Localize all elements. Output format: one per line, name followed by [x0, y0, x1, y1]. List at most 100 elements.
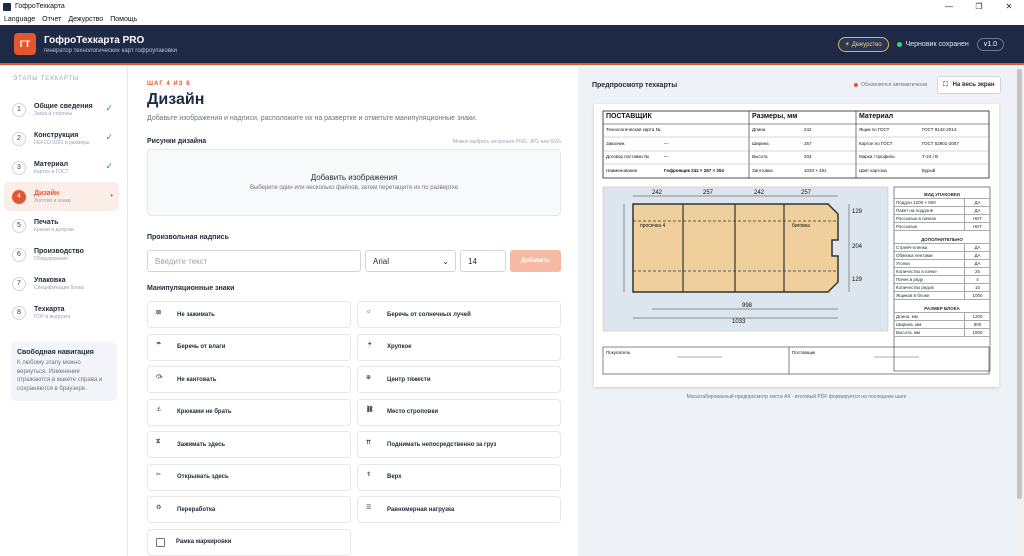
- step-item-2[interactable]: 2 Конструкция FEFCO 0201 и размеры ✓: [4, 124, 119, 153]
- sign-label: Место строповки: [387, 409, 439, 415]
- sign-toggle-center-gravity[interactable]: ⊕ Центр тяжести: [357, 366, 561, 393]
- packing-value: ДА: [964, 199, 990, 206]
- step-item-4[interactable]: 4 Дизайн Логотип и знаки •: [4, 182, 119, 211]
- window-controls: — ❐ ✕: [934, 2, 1024, 11]
- custom-text-input[interactable]: Введите текст: [147, 250, 361, 272]
- nav-card-title: Свободная навигация: [17, 349, 94, 356]
- material-key: Цвет картона: [859, 168, 887, 173]
- step-subtitle: PDF и выгрузка: [34, 313, 71, 320]
- packing-row: Длина, мм 1200: [894, 313, 990, 321]
- sign-toggle-lift[interactable]: ⇈ Поднимать непосредственно за груз: [357, 431, 561, 458]
- packing-row: Обвязка лентами ДА: [894, 252, 990, 260]
- sign-toggle-no-clamp[interactable]: ⊠ Не зажимать: [147, 301, 351, 328]
- brand: ГофроТехкарта PRO генератор технологичес…: [44, 35, 177, 54]
- expand-icon: ⛶: [943, 81, 948, 88]
- image-upload-dropzone[interactable]: Добавить изображения Выберите один или н…: [147, 149, 561, 216]
- step-item-6[interactable]: 6 Производство Оборудование: [4, 240, 119, 269]
- umbrella-icon: ☂: [156, 342, 162, 348]
- step-title: Материал: [34, 160, 69, 168]
- material-key: Марка / профиль: [859, 154, 895, 159]
- minimize-button[interactable]: —: [934, 2, 964, 11]
- packing-value: ДА: [964, 207, 990, 214]
- sign-toggle-no-hooks[interactable]: ⚓ Крюками не брать: [147, 398, 351, 426]
- step-item-5[interactable]: 5 Печать Краски и допуски: [4, 211, 119, 240]
- add-text-button[interactable]: Добавить: [510, 250, 561, 272]
- sign-toggle-no-tilt[interactable]: ⤼ Не кантовать: [147, 366, 351, 393]
- page-description: Добавьте изображения и надписи, располож…: [147, 115, 477, 122]
- sign-toggle-umbrella[interactable]: ☂ Беречь от влаги: [147, 333, 351, 361]
- packing-key: Количество рядов: [896, 285, 934, 290]
- close-button[interactable]: ✕: [994, 2, 1024, 11]
- font-select[interactable]: Arial ⌄: [365, 250, 456, 272]
- sign-toggle-marking-frame[interactable]: Рамка маркировки: [147, 528, 351, 556]
- font-select-value: Arial: [373, 256, 390, 266]
- current-dot-icon: •: [110, 191, 113, 200]
- size-value: 204: [804, 154, 812, 159]
- sign-toggle-recycle[interactable]: ♻ Переработка: [147, 496, 351, 523]
- packing-row: Высота, мм 1800: [894, 329, 990, 337]
- step-subtitle: Краски и допуски: [34, 226, 74, 233]
- sign-toggle-open-here[interactable]: ✂ Открывать здесь: [147, 463, 351, 491]
- supplier-value: —: [664, 141, 669, 146]
- sign-toggle-even-load[interactable]: ☰ Равномерная нагрузка: [357, 496, 561, 523]
- material-value: Т-24 / В: [922, 154, 939, 159]
- size-key: Высота: [752, 154, 768, 159]
- step-subtitle: FEFCO 0201 и размеры: [34, 139, 90, 146]
- step-title: Производство: [34, 247, 84, 255]
- images-section-title: Рисунки дизайна: [147, 138, 207, 145]
- lift-icon: ⇈: [366, 439, 372, 446]
- packing-section-title: РАЗМЕР БЛОКА: [894, 305, 990, 313]
- preview-caption: Масштабированный предпросмотр листа A4 ·…: [686, 394, 907, 400]
- step-item-7[interactable]: 7 Упаковка Спецификация блока: [4, 269, 119, 298]
- dim-top-3: 242: [754, 190, 765, 196]
- sign-toggle-sun-protect[interactable]: ☼ Беречь от солнечных лучей: [357, 301, 561, 328]
- no-hooks-icon: ⚓: [156, 407, 162, 413]
- fullscreen-button[interactable]: ⛶ На весь экран: [937, 76, 1001, 94]
- step-subtitle: Оборудование: [34, 255, 69, 262]
- size-key: Ширина: [752, 141, 769, 146]
- dim-top-2: 257: [703, 190, 714, 196]
- menu-language[interactable]: Language: [4, 16, 35, 23]
- step-item-8[interactable]: 8 Техкарта PDF и выгрузка: [4, 298, 119, 327]
- sign-toggle-fragile-glass[interactable]: 🍷 Хрупкое: [357, 333, 561, 361]
- status-dot-icon: [896, 41, 902, 47]
- supplier-key: Договор поставки №: [606, 154, 649, 159]
- step-number: 8: [12, 305, 26, 320]
- packing-value: НЕТ: [964, 223, 990, 230]
- fullscreen-label: На весь экран: [952, 82, 995, 88]
- font-size-input[interactable]: 14: [460, 250, 506, 272]
- packing-value: ДА: [964, 244, 990, 251]
- packing-row: Ящиков в блоке 1000: [894, 292, 990, 300]
- maximize-button[interactable]: ❐: [964, 2, 994, 11]
- step-number: 2: [12, 131, 26, 146]
- packing-key: Уголки: [896, 261, 910, 266]
- scrollbar-thumb[interactable]: [1017, 69, 1022, 499]
- menu-help[interactable]: Помощь: [110, 16, 137, 23]
- nav-card-text: К любому этапу можно вернуться. Изменени…: [17, 360, 103, 393]
- supplier-key: Технологическая карта №: [606, 127, 661, 132]
- sign-label: Зажимать здесь: [177, 441, 226, 448]
- sign-toggle-sling-point[interactable]: ⛓ Место строповки: [357, 398, 561, 426]
- sign-toggle-clamp-here[interactable]: ⧖ Зажимать здесь: [147, 431, 351, 458]
- material-value: Бурый: [922, 168, 936, 173]
- sling-point-icon: ⛓: [366, 407, 374, 413]
- window-titlebar: ГофроТехкарта — ❐ ✕: [0, 0, 1024, 13]
- size-value: 242: [804, 127, 812, 132]
- packing-row: Пакет на поддоне ДА: [894, 207, 990, 215]
- step-item-1[interactable]: 1 Общие сведения Заказ и стороны ✓: [4, 95, 119, 124]
- blank-label-crease: биговка: [792, 223, 810, 229]
- packing-value: 25: [964, 268, 990, 275]
- step-number: 4: [12, 189, 26, 204]
- material-key: Ящик по ГОСТ: [859, 127, 890, 132]
- step-title: Дизайн: [34, 189, 60, 197]
- duty-button[interactable]: ☀ Дежурство: [837, 36, 889, 52]
- size-key: Заготовка: [752, 168, 773, 173]
- packing-value: 10: [964, 284, 990, 291]
- menu-duty[interactable]: Дежурство: [68, 16, 103, 23]
- step-item-3[interactable]: 3 Материал Картон и ГОСТ ✓: [4, 153, 119, 182]
- menu-report[interactable]: Отчет: [42, 16, 61, 23]
- sign-toggle-this-way-up[interactable]: ⇑ Верх: [357, 463, 561, 491]
- sign-label: Крюками не брать: [177, 409, 232, 415]
- page-scrollbar[interactable]: [1015, 67, 1024, 556]
- supplier-title: ПОСТАВЩИК: [606, 113, 652, 120]
